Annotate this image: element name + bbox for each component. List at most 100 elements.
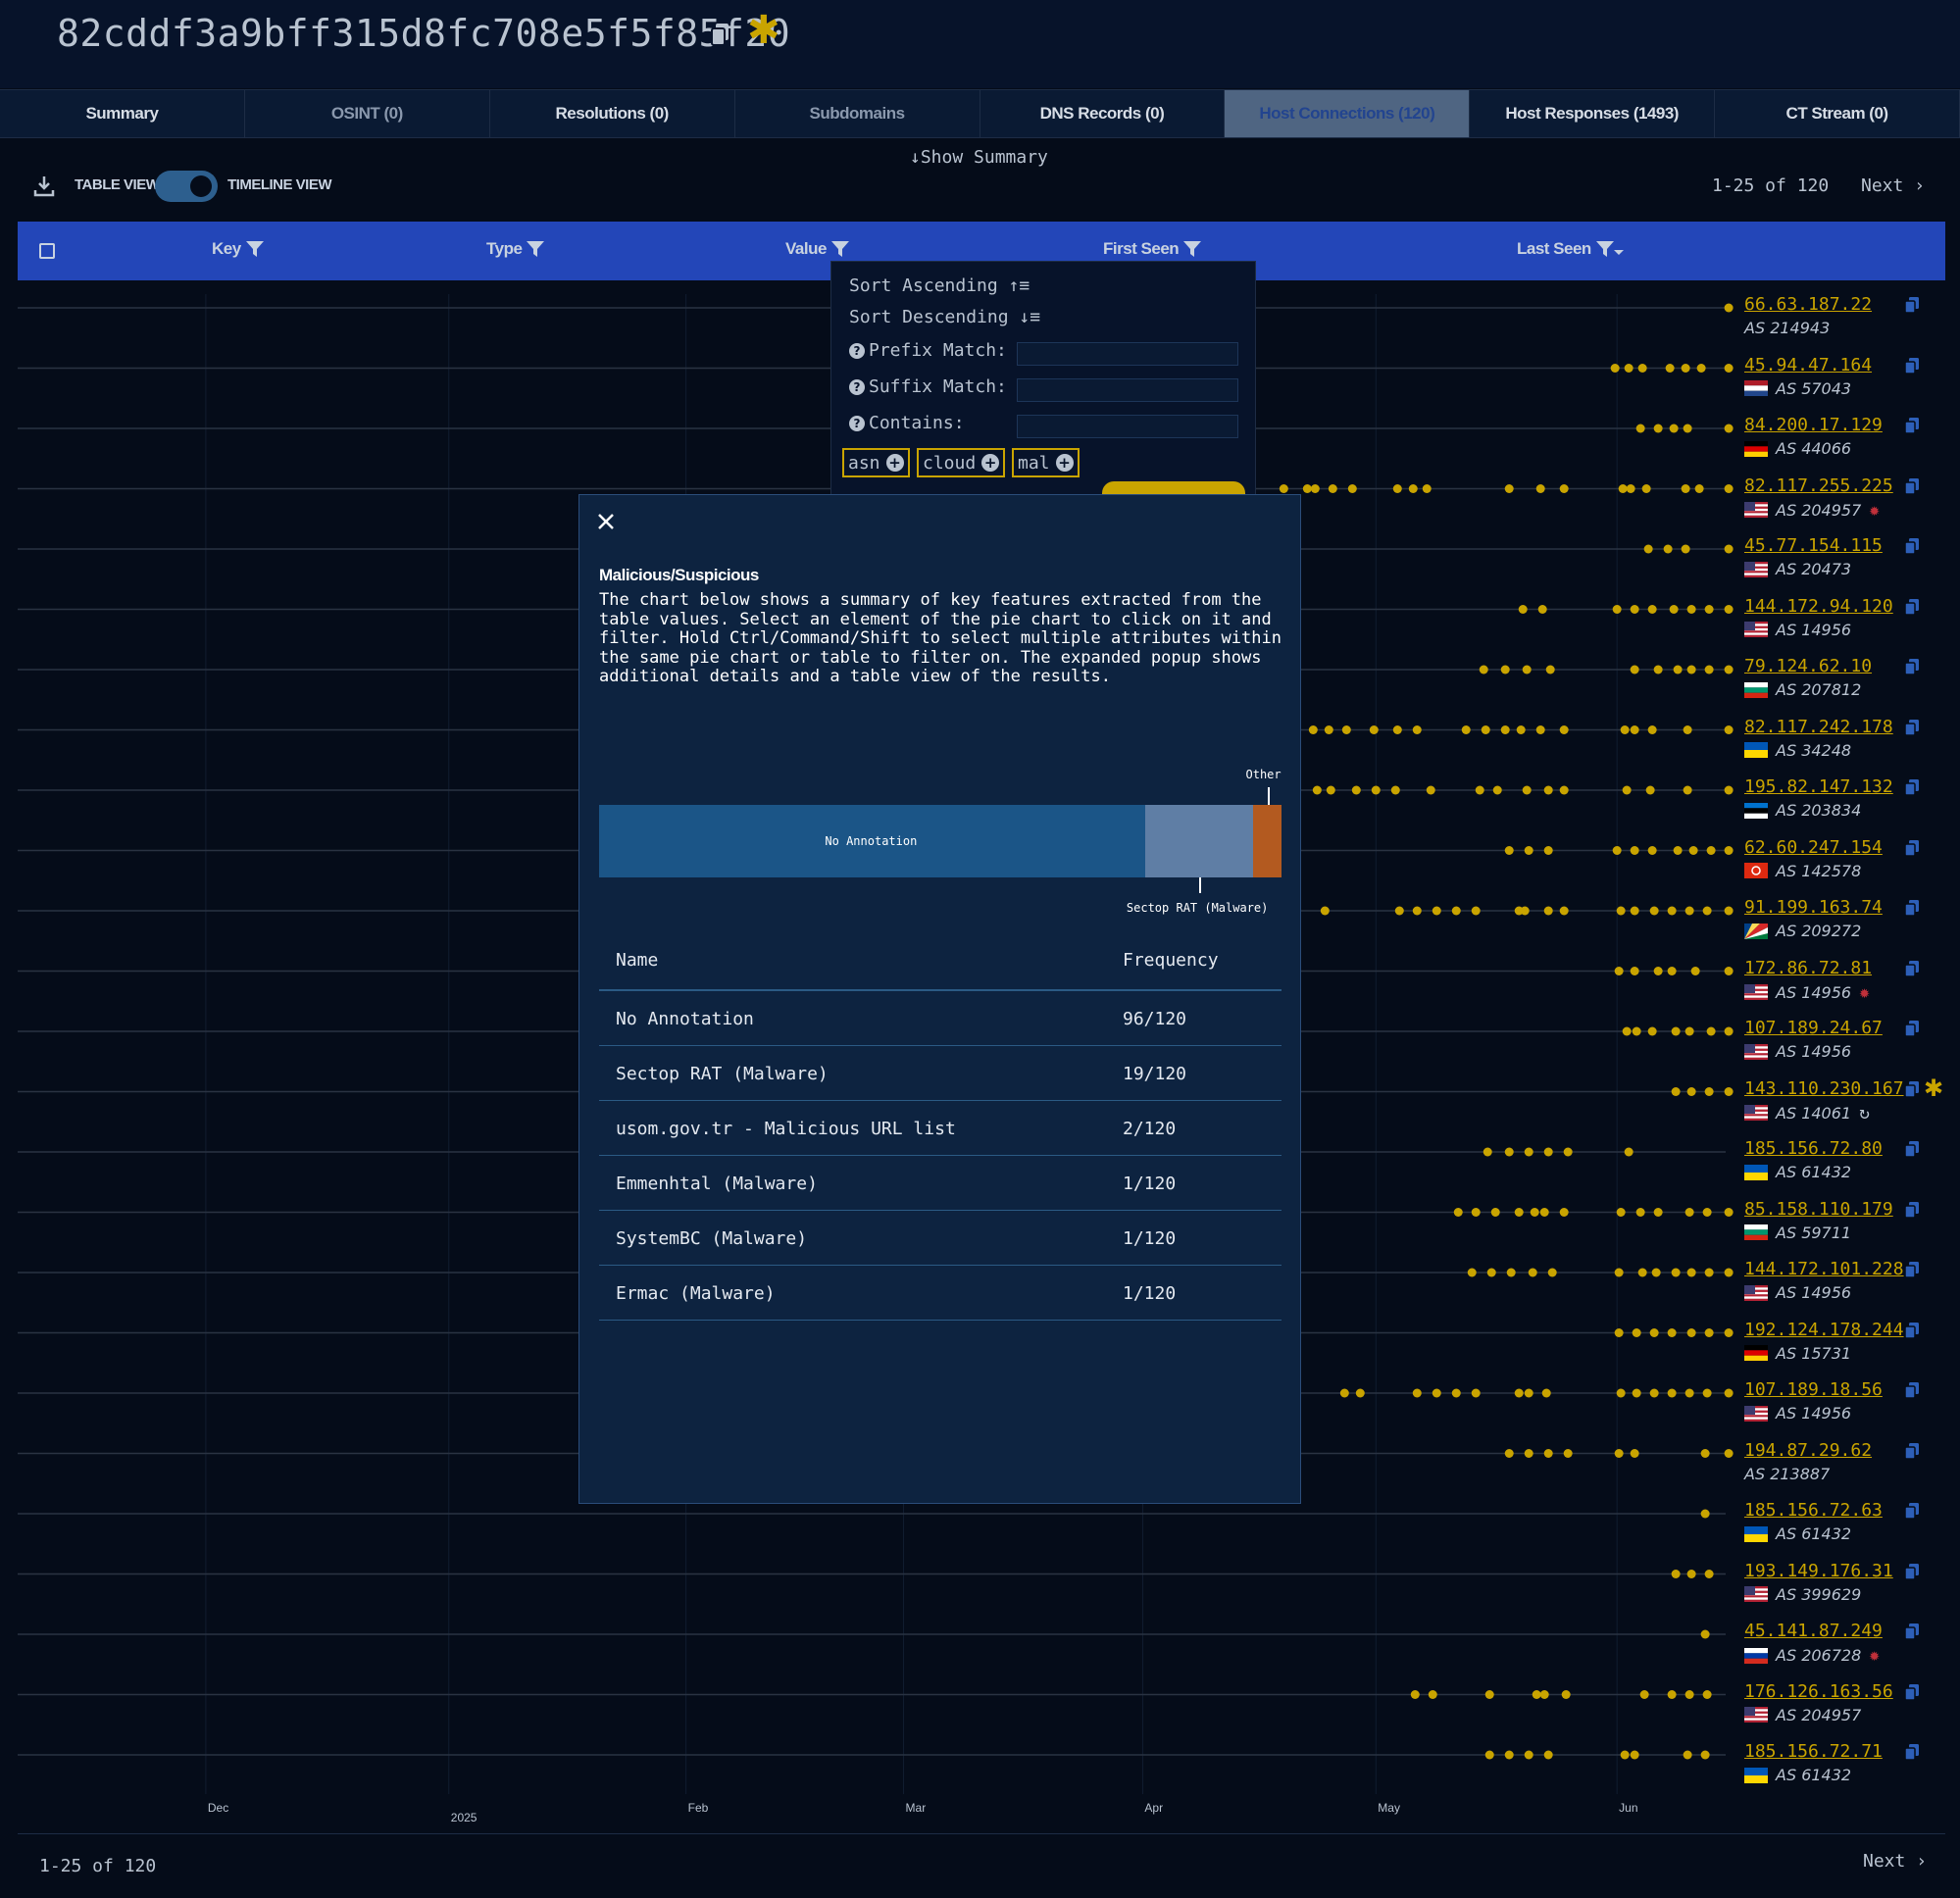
timeline-event-dot[interactable] xyxy=(1451,906,1461,916)
timeline-event-dot[interactable] xyxy=(1504,1449,1514,1458)
timeline-event-dot[interactable] xyxy=(1669,424,1679,433)
ip-address-link[interactable]: 185.156.72.80 xyxy=(1744,1138,1955,1159)
timeline-event-dot[interactable] xyxy=(1504,846,1514,855)
timeline-event-dot[interactable] xyxy=(1535,725,1545,734)
timeline-event-dot[interactable] xyxy=(1630,967,1639,975)
column-first-seen[interactable]: First Seen xyxy=(1103,239,1202,259)
copy-icon[interactable] xyxy=(1904,537,1920,555)
timeline-event-dot[interactable] xyxy=(1624,1147,1633,1157)
copy-icon[interactable] xyxy=(1904,417,1920,434)
timeline-event-dot[interactable] xyxy=(1667,1388,1677,1398)
timeline-event-dot[interactable] xyxy=(1724,484,1734,493)
timeline-event-dot[interactable] xyxy=(1684,906,1694,916)
help-icon[interactable]: ? xyxy=(849,416,865,431)
star-icon[interactable]: ✱ xyxy=(747,8,780,53)
timeline-event-dot[interactable] xyxy=(1475,785,1484,795)
download-icon[interactable] xyxy=(33,175,55,198)
timeline-event-dot[interactable] xyxy=(1724,725,1734,734)
timeline-event-dot[interactable] xyxy=(1514,1388,1524,1398)
timeline-event-dot[interactable] xyxy=(1504,1750,1514,1760)
timeline-event-dot[interactable] xyxy=(1684,1208,1694,1217)
timeline-event-dot[interactable] xyxy=(1702,906,1712,916)
plus-icon[interactable]: + xyxy=(1055,454,1074,472)
copy-icon[interactable] xyxy=(1904,899,1920,917)
copy-icon[interactable] xyxy=(1904,1381,1920,1399)
timeline-event-dot[interactable] xyxy=(1610,364,1620,373)
column-type[interactable]: Type xyxy=(486,239,545,259)
ip-address-link[interactable]: 107.189.24.67 xyxy=(1744,1018,1955,1038)
timeline-event-dot[interactable] xyxy=(1614,1449,1624,1458)
timeline-event-dot[interactable] xyxy=(1483,1147,1492,1157)
timeline-event-dot[interactable] xyxy=(1486,1268,1496,1277)
timeline-event-dot[interactable] xyxy=(1702,1208,1712,1217)
timeline-event-dot[interactable] xyxy=(1524,1147,1533,1157)
timeline-event-dot[interactable] xyxy=(1683,1750,1692,1760)
timeline-event-dot[interactable] xyxy=(1700,1449,1710,1458)
tab-dns-records[interactable]: DNS Records (0) xyxy=(980,90,1226,137)
timeline-event-dot[interactable] xyxy=(1561,1690,1571,1699)
timeline-event-dot[interactable] xyxy=(1518,605,1528,614)
timeline-event-dot[interactable] xyxy=(1522,665,1532,674)
timeline-event-dot[interactable] xyxy=(1524,846,1533,855)
timeline-event-dot[interactable] xyxy=(1451,1388,1461,1398)
timeline-event-dot[interactable] xyxy=(1351,785,1361,795)
timeline-view-label[interactable]: TIMELINE VIEW xyxy=(227,176,332,193)
timeline-event-dot[interactable] xyxy=(1369,725,1379,734)
copy-icon[interactable] xyxy=(1904,477,1920,495)
copy-icon[interactable] xyxy=(1904,1502,1920,1520)
ip-address-link[interactable]: 82.117.255.225 xyxy=(1744,475,1955,496)
timeline-event-dot[interactable] xyxy=(1683,785,1692,795)
copy-icon[interactable] xyxy=(1904,839,1920,857)
timeline-event-dot[interactable] xyxy=(1645,785,1655,795)
timeline-event-dot[interactable] xyxy=(1700,1509,1710,1519)
ip-address-link[interactable]: 66.63.187.22 xyxy=(1744,294,1955,315)
table-row[interactable]: No Annotation 96/120 xyxy=(599,991,1282,1046)
timeline-event-dot[interactable] xyxy=(1481,725,1490,734)
timeline-event-dot[interactable] xyxy=(1524,1750,1533,1760)
timeline-event-dot[interactable] xyxy=(1724,1388,1734,1398)
timeline-event-dot[interactable] xyxy=(1649,906,1659,916)
timeline-event-dot[interactable] xyxy=(1312,785,1322,795)
column-key[interactable]: Key xyxy=(212,239,264,259)
timeline-event-dot[interactable] xyxy=(1341,725,1351,734)
copy-icon[interactable] xyxy=(1904,960,1920,977)
timeline-event-dot[interactable] xyxy=(1671,1570,1681,1578)
timeline-event-dot[interactable] xyxy=(1641,484,1651,493)
timeline-event-dot[interactable] xyxy=(1694,484,1704,493)
ip-address-link[interactable]: 45.141.87.249 xyxy=(1744,1621,1955,1641)
ip-address-link[interactable]: 82.117.242.178 xyxy=(1744,717,1955,737)
view-toggle[interactable] xyxy=(155,171,218,202)
timeline-event-dot[interactable] xyxy=(1630,1750,1639,1760)
timeline-event-dot[interactable] xyxy=(1724,1087,1734,1096)
timeline-event-dot[interactable] xyxy=(1667,906,1677,916)
table-row[interactable]: Ermac (Malware) 1/120 xyxy=(599,1266,1282,1321)
timeline-event-dot[interactable] xyxy=(1700,1750,1710,1760)
timeline-event-dot[interactable] xyxy=(1630,725,1639,734)
timeline-event-dot[interactable] xyxy=(1663,544,1673,554)
copy-icon[interactable] xyxy=(1904,1623,1920,1640)
help-icon[interactable]: ? xyxy=(849,379,865,395)
timeline-event-dot[interactable] xyxy=(1724,303,1734,313)
timeline-event-dot[interactable] xyxy=(1630,906,1639,916)
copy-icon[interactable] xyxy=(1904,1140,1920,1158)
help-icon[interactable]: ? xyxy=(849,343,865,359)
timeline-event-dot[interactable] xyxy=(1686,605,1696,614)
timeline-event-dot[interactable] xyxy=(1702,1690,1712,1699)
ip-address-link[interactable]: 185.156.72.71 xyxy=(1744,1741,1955,1762)
ip-address-link[interactable]: 172.86.72.81 xyxy=(1744,958,1955,978)
table-row[interactable]: usom.gov.tr - Malicious URL list 2/120 xyxy=(599,1101,1282,1156)
ip-address-link[interactable]: 45.77.154.115 xyxy=(1744,535,1955,556)
timeline-event-dot[interactable] xyxy=(1432,906,1441,916)
timeline-event-dot[interactable] xyxy=(1624,364,1633,373)
timeline-event-dot[interactable] xyxy=(1626,484,1635,493)
table-row[interactable]: SystemBC (Malware) 1/120 xyxy=(599,1211,1282,1266)
filter-icon[interactable] xyxy=(527,241,545,257)
timeline-event-dot[interactable] xyxy=(1630,846,1639,855)
timeline-event-dot[interactable] xyxy=(1500,665,1510,674)
timeline-event-dot[interactable] xyxy=(1539,1690,1549,1699)
timeline-event-dot[interactable] xyxy=(1669,605,1679,614)
timeline-event-dot[interactable] xyxy=(1704,1268,1714,1277)
copy-icon[interactable] xyxy=(710,22,731,47)
timeline-event-dot[interactable] xyxy=(1543,846,1553,855)
suffix-match-input[interactable] xyxy=(1017,378,1238,402)
